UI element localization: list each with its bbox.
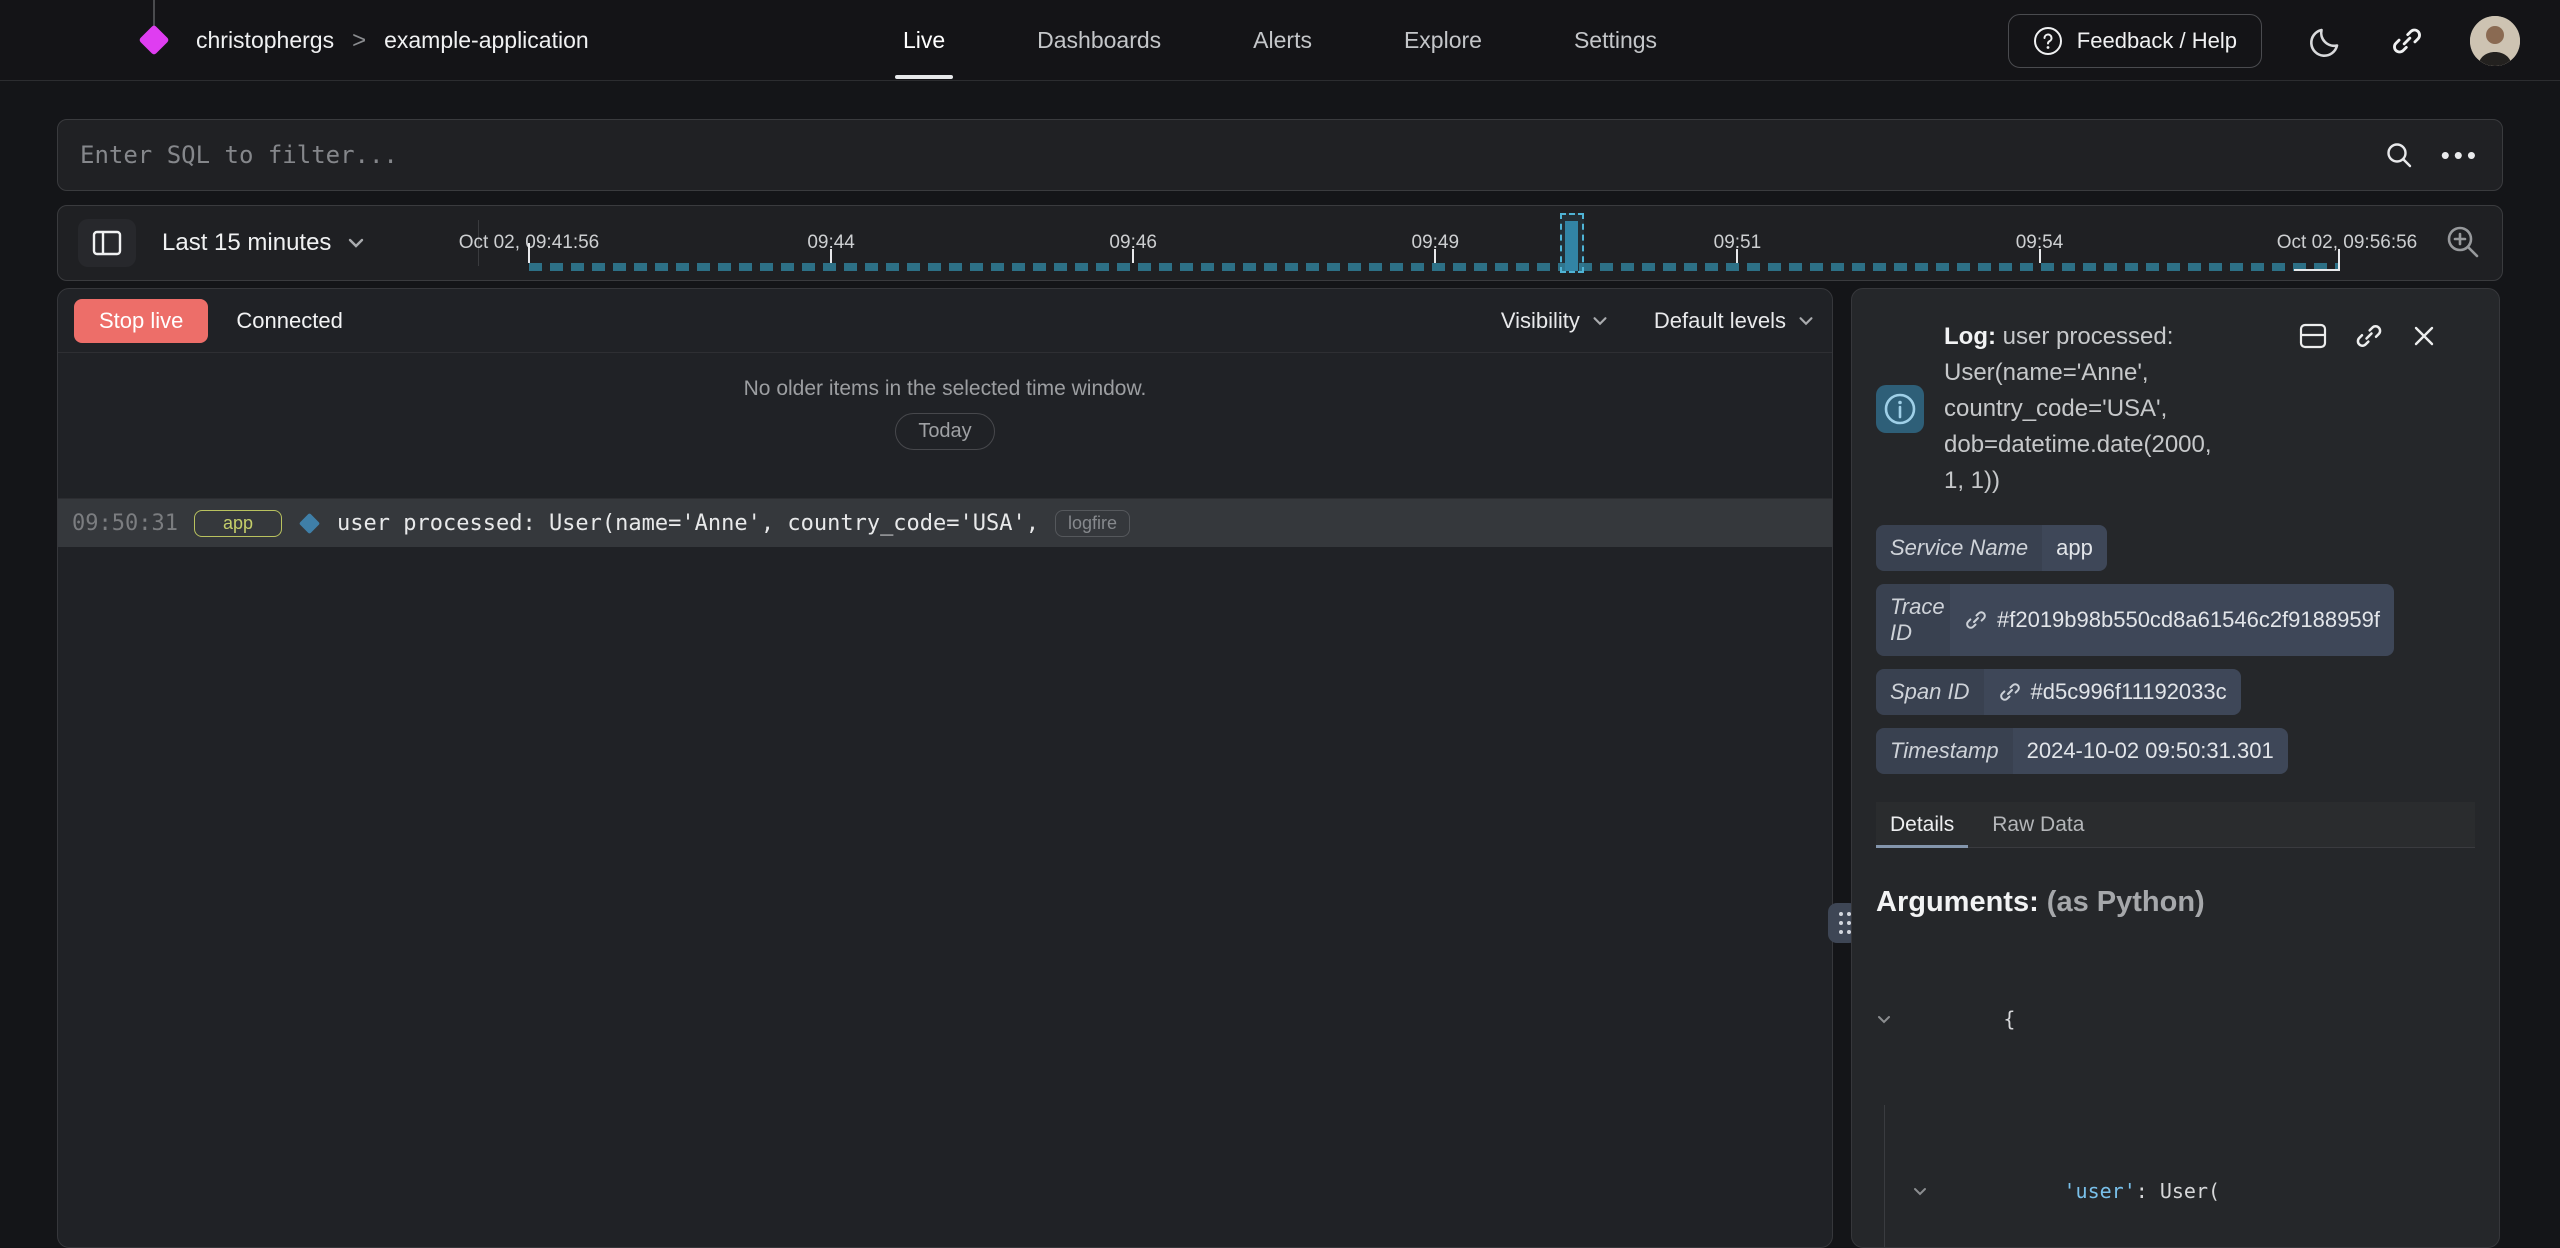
sidebar-toggle-button[interactable]	[78, 219, 136, 267]
log-level-diamond-icon	[299, 512, 320, 533]
question-circle-icon	[2033, 26, 2063, 56]
live-view-panel: Stop live Connected Visibility Default l…	[57, 288, 1833, 1248]
link-icon	[1998, 680, 2022, 704]
span-id-value: #d5c996f11192033c	[2031, 679, 2227, 705]
tab-dashboards[interactable]: Dashboards	[1037, 0, 1161, 81]
grip-dots-icon	[1839, 912, 1843, 916]
timeline-selected-window[interactable]	[1560, 213, 1584, 273]
zoom-in-icon	[2442, 221, 2484, 263]
time-range-label: Last 15 minutes	[162, 229, 331, 257]
live-view-header: Stop live Connected Visibility Default l…	[58, 289, 1832, 353]
log-attributes: Service Name app Trace ID #f2019b98b550c…	[1876, 525, 2475, 774]
code-colon: :	[2136, 1172, 2160, 1211]
connection-status: Connected	[236, 308, 342, 334]
tab-raw-data[interactable]: Raw Data	[1992, 802, 2084, 847]
moon-icon	[2308, 23, 2344, 59]
close-details-button[interactable]	[2411, 323, 2437, 349]
feedback-help-label: Feedback / Help	[2077, 28, 2237, 54]
trace-id-value: #f2019b98b550cd8a61546c2f9188959f	[1997, 607, 2380, 633]
visibility-label: Visibility	[1501, 308, 1580, 334]
search-icon[interactable]	[2383, 139, 2415, 171]
log-row[interactable]: 09:50:31 app user processed: User(name='…	[58, 499, 1832, 547]
log-details-panel: Log: user processed: User(name='Anne', c…	[1851, 288, 2500, 1248]
no-older-items-message: No older items in the selected time wind…	[58, 377, 1832, 401]
more-options-icon[interactable]: •••	[2441, 145, 2480, 165]
empty-window-section: No older items in the selected time wind…	[58, 377, 1832, 499]
arguments-heading-main: Arguments:	[1876, 886, 2039, 918]
default-levels-label: Default levels	[1654, 308, 1786, 334]
arguments-code-block: { 'user': User( name='Anne', country_cod…	[1876, 933, 2475, 1248]
theme-toggle-button[interactable]	[2308, 23, 2344, 59]
attribute-value: #d5c996f11192033c	[1984, 669, 2241, 715]
stop-live-button[interactable]: Stop live	[74, 299, 208, 343]
chevron-down-icon	[1590, 311, 1610, 331]
service-tag-badge: app	[194, 510, 282, 537]
timeline-tick	[2039, 249, 2041, 263]
span-id-attribute[interactable]: Span ID #d5c996f11192033c	[1876, 669, 2241, 715]
code-call: User(	[2160, 1172, 2220, 1211]
detail-tabs: Details Raw Data	[1876, 802, 2475, 848]
timeline-activity-dashes	[529, 263, 2338, 271]
timeline-end-label: Oct 02, 09:56:56	[2277, 232, 2418, 254]
service-name-attribute: Service Name app	[1876, 525, 2107, 571]
top-nav: christophergs > example-application Live…	[0, 0, 2560, 81]
tab-details[interactable]: Details	[1890, 802, 1954, 847]
attribute-label: Span ID	[1876, 669, 1984, 715]
sql-filter-bar: •••	[57, 119, 2503, 191]
layout-panel-icon	[2299, 323, 2327, 349]
arguments-heading: Arguments: (as Python)	[1876, 886, 2475, 919]
timestamp-attribute: Timestamp 2024-10-02 09:50:31.301	[1876, 728, 2288, 774]
link-icon	[2390, 24, 2424, 58]
chevron-down-icon	[345, 232, 367, 254]
log-timestamp: 09:50:31	[72, 511, 178, 536]
tab-settings[interactable]: Settings	[1574, 0, 1657, 81]
attribute-value: app	[2042, 525, 2107, 571]
copy-link-button[interactable]	[2354, 321, 2384, 351]
default-levels-dropdown[interactable]: Default levels	[1654, 308, 1816, 334]
arguments-heading-sub: (as Python)	[2039, 886, 2205, 918]
collapse-chevron-icon[interactable]	[1876, 933, 1996, 1105]
link-icon	[1964, 608, 1988, 632]
code-open-brace: {	[2003, 1000, 2015, 1039]
activity-timeline[interactable]: Oct 02, 09:41:56 09:44 09:46 09:49 09:51…	[529, 206, 2338, 280]
sidebar-panel-icon	[92, 230, 122, 256]
time-range-dropdown[interactable]: Last 15 minutes	[162, 229, 367, 257]
log-detail-title: Log: user processed: User(name='Anne', c…	[1944, 319, 2226, 499]
timeline-tick	[1132, 249, 1134, 263]
info-icon	[1883, 392, 1917, 426]
timestamp-value: 2024-10-02 09:50:31.301	[2027, 738, 2274, 764]
timeline-tick	[1736, 249, 1738, 263]
sql-filter-input[interactable]	[80, 141, 2383, 169]
attribute-label: Service Name	[1876, 525, 2042, 571]
log-message: user processed: User(name='Anne', countr…	[337, 511, 1039, 536]
attribute-value: 2024-10-02 09:50:31.301	[2013, 728, 2288, 774]
service-name-value: app	[2056, 535, 2093, 561]
code-key: 'user'	[2064, 1172, 2136, 1211]
attribute-value: #f2019b98b550cd8a61546c2f9188959f	[1950, 584, 2394, 656]
attribute-label: Timestamp	[1876, 728, 2013, 774]
user-avatar[interactable]	[2470, 16, 2520, 66]
timeline-tick	[830, 249, 832, 263]
feedback-help-button[interactable]: Feedback / Help	[2008, 14, 2262, 68]
today-button[interactable]: Today	[895, 413, 994, 450]
timeline-start-tick	[528, 243, 530, 263]
attribute-label: Trace ID	[1876, 584, 1950, 656]
info-level-badge	[1876, 385, 1924, 433]
timeline-tick	[1434, 249, 1436, 263]
collapse-chevron-icon[interactable]	[1912, 1105, 2057, 1248]
close-icon	[2411, 323, 2437, 349]
link-icon	[2354, 321, 2384, 351]
copy-link-button[interactable]	[2390, 24, 2424, 58]
scope-tag-badge: logfire	[1055, 510, 1130, 537]
visibility-dropdown[interactable]: Visibility	[1501, 308, 1610, 334]
tab-explore[interactable]: Explore	[1404, 0, 1482, 81]
time-range-bar: Last 15 minutes Oct 02, 09:41:56 09:44 0…	[57, 205, 2503, 281]
tab-live[interactable]: Live	[903, 0, 945, 81]
log-detail-title-prefix: Log:	[1944, 323, 1996, 350]
chevron-down-icon	[1796, 311, 1816, 331]
dock-panel-button[interactable]	[2299, 323, 2327, 349]
trace-id-attribute[interactable]: Trace ID #f2019b98b550cd8a61546c2f918895…	[1876, 584, 2394, 656]
timeline-zoom-button[interactable]	[2442, 221, 2484, 263]
tab-alerts[interactable]: Alerts	[1253, 0, 1312, 81]
